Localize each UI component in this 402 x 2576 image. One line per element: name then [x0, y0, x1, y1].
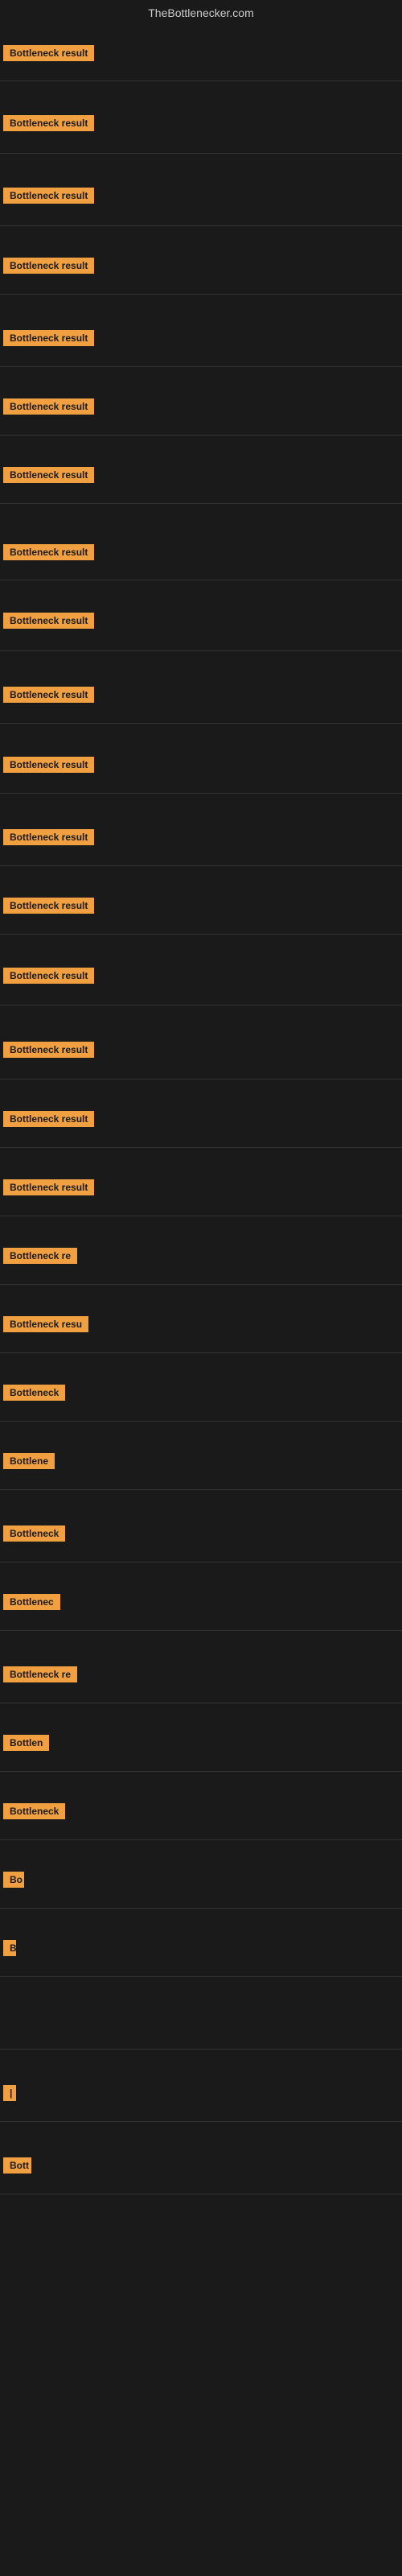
bottleneck-label: Bottleneck result	[3, 687, 94, 703]
bottleneck-label: Bottleneck result	[3, 115, 94, 131]
bottleneck-item: Bottleneck result	[3, 613, 94, 633]
bottleneck-item: Bottleneck result	[3, 398, 94, 419]
bottleneck-label: Bottleneck	[3, 1525, 65, 1542]
bottleneck-item: Bottleneck result	[3, 467, 94, 487]
bottleneck-label: Bottleneck result	[3, 757, 94, 773]
bottleneck-label: Bo	[3, 1872, 24, 1888]
bottleneck-label: |	[3, 2085, 16, 2101]
bottleneck-item: Bottlenec	[3, 1594, 60, 1614]
bottleneck-item: Bottleneck result	[3, 1042, 94, 1062]
divider	[0, 2049, 402, 2050]
bottleneck-item: Bottleneck result	[3, 1111, 94, 1131]
bottleneck-item: Bottleneck result	[3, 968, 94, 988]
divider	[0, 2121, 402, 2122]
bottleneck-label: Bottlen	[3, 1735, 49, 1751]
bottleneck-item: Bottleneck result	[3, 898, 94, 918]
header: TheBottlenecker.com	[0, 0, 402, 29]
bottleneck-label: Bottleneck re	[3, 1248, 77, 1264]
bottleneck-label: Bottleneck result	[3, 188, 94, 204]
bottleneck-item: Bottleneck result	[3, 757, 94, 777]
divider	[0, 1976, 402, 1977]
divider	[0, 934, 402, 935]
bottleneck-label: Bottlenec	[3, 1594, 60, 1610]
divider	[0, 1284, 402, 1285]
bottleneck-label: Bottleneck result	[3, 1042, 94, 1058]
bottleneck-label: Bottleneck result	[3, 1179, 94, 1195]
divider	[0, 1147, 402, 1148]
divider	[0, 865, 402, 866]
bottleneck-label: Bottleneck result	[3, 898, 94, 914]
divider	[0, 1771, 402, 1772]
divider	[0, 723, 402, 724]
bottleneck-label: Bottleneck result	[3, 467, 94, 483]
bottleneck-item: Bottleneck result	[3, 45, 94, 65]
bottleneck-label: Bottlene	[3, 1453, 55, 1469]
bottleneck-item: Bott	[3, 2157, 31, 2178]
bottleneck-item: Bottleneck result	[3, 330, 94, 350]
bottleneck-label: Bottleneck result	[3, 544, 94, 560]
bottleneck-item: Bottleneck	[3, 1803, 65, 1823]
divider	[0, 435, 402, 436]
divider	[0, 1839, 402, 1840]
bottleneck-item: Bo	[3, 1872, 24, 1892]
bottleneck-item: Bottlene	[3, 1453, 55, 1473]
bottleneck-item: Bottleneck re	[3, 1248, 77, 1268]
divider	[0, 153, 402, 154]
divider	[0, 1908, 402, 1909]
bottleneck-item: Bottleneck	[3, 1525, 65, 1546]
divider	[0, 503, 402, 504]
bottleneck-label: Bottleneck	[3, 1803, 65, 1819]
divider	[0, 650, 402, 651]
bottleneck-item: |	[3, 2085, 16, 2105]
bottleneck-label: Bottleneck result	[3, 829, 94, 845]
bottleneck-label: Bottleneck result	[3, 258, 94, 274]
bottleneck-label: Bottleneck resu	[3, 1316, 88, 1332]
divider	[0, 80, 402, 81]
divider	[0, 1562, 402, 1563]
divider	[0, 366, 402, 367]
bottleneck-label: Bottleneck result	[3, 1111, 94, 1127]
divider	[0, 1630, 402, 1631]
divider	[0, 1079, 402, 1080]
site-title: TheBottlenecker.com	[0, 0, 402, 29]
bottleneck-label: Bottleneck result	[3, 398, 94, 415]
bottleneck-item: Bottleneck result	[3, 188, 94, 208]
bottleneck-item: Bottleneck result	[3, 544, 94, 564]
bottleneck-label: Bott	[3, 2157, 31, 2174]
bottleneck-item: Bottleneck	[3, 1385, 65, 1405]
divider	[0, 1421, 402, 1422]
bottleneck-item: Bottleneck result	[3, 115, 94, 135]
bottleneck-item: Bottleneck resu	[3, 1316, 88, 1336]
bottleneck-label: Bottleneck re	[3, 1666, 77, 1682]
bottleneck-label: B	[3, 1940, 16, 1956]
bottleneck-label: Bottleneck result	[3, 968, 94, 984]
divider	[0, 1489, 402, 1490]
bottleneck-item: Bottleneck result	[3, 829, 94, 849]
bottleneck-item: Bottleneck result	[3, 687, 94, 707]
bottleneck-item: Bottleneck result	[3, 1179, 94, 1199]
divider	[0, 793, 402, 794]
bottleneck-label: Bottleneck result	[3, 330, 94, 346]
bottleneck-label: Bottleneck result	[3, 613, 94, 629]
bottleneck-item: Bottleneck result	[3, 258, 94, 278]
divider	[0, 1352, 402, 1353]
bottleneck-label: Bottleneck	[3, 1385, 65, 1401]
bottleneck-item: B	[3, 1940, 16, 1960]
bottleneck-item: Bottleneck re	[3, 1666, 77, 1686]
bottleneck-label: Bottleneck result	[3, 45, 94, 61]
bottleneck-item: Bottlen	[3, 1735, 49, 1755]
divider	[0, 225, 402, 226]
divider	[0, 294, 402, 295]
